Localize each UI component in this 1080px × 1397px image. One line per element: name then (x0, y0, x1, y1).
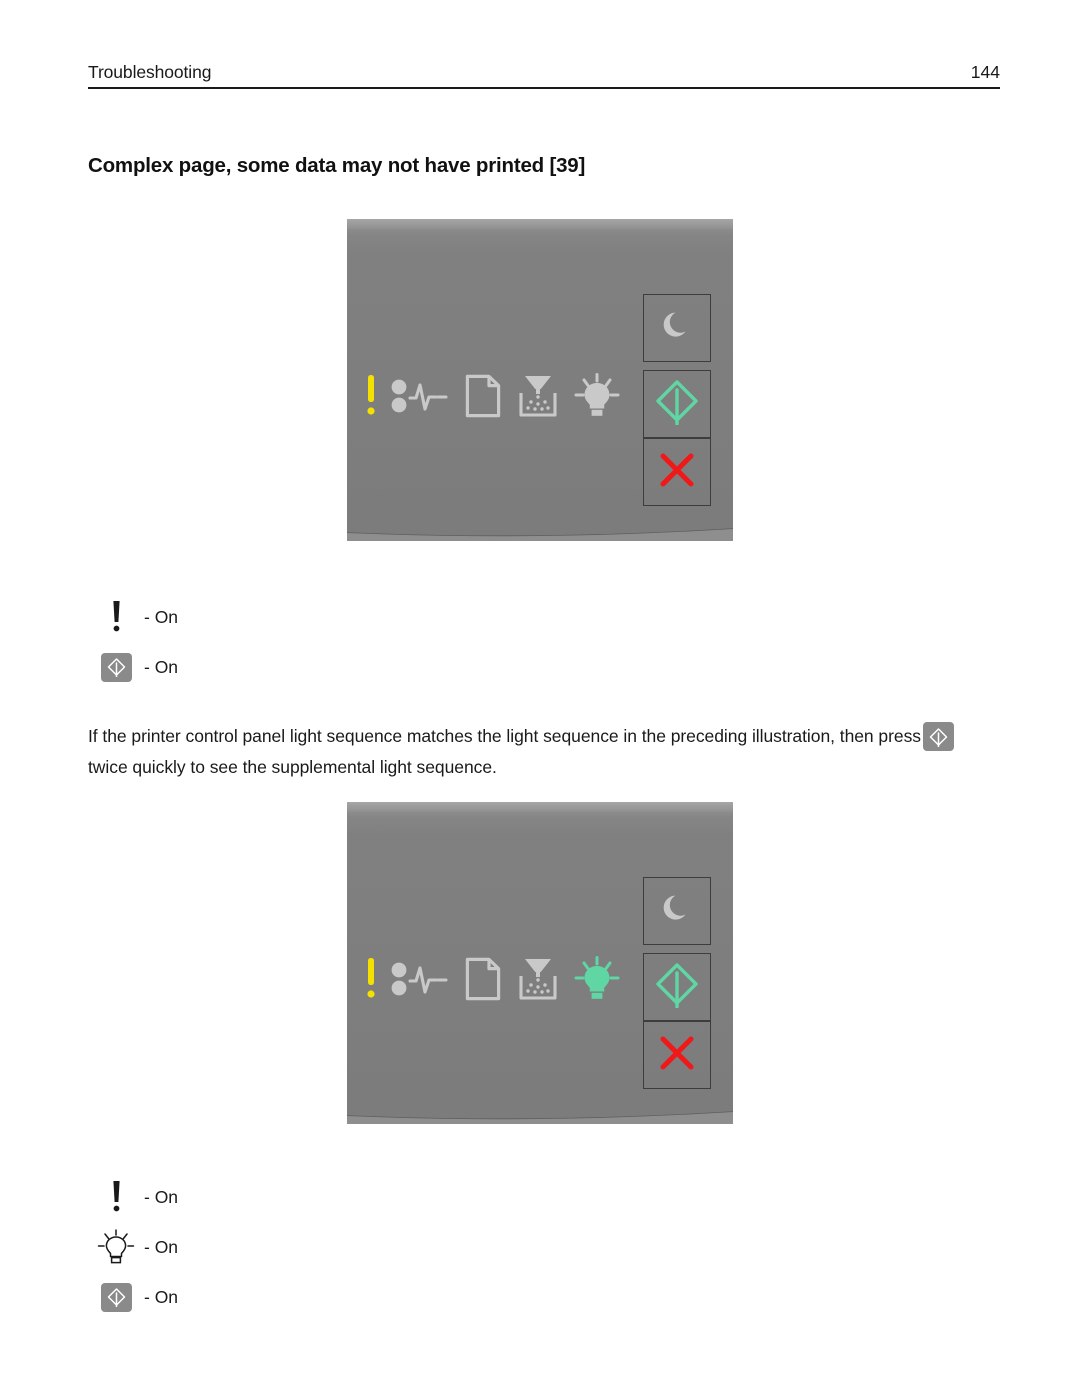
start-button-icon[interactable] (922, 722, 954, 752)
header-section-label: Troubleshooting (88, 62, 212, 82)
indicator-light-row (359, 952, 621, 1006)
sleep-moon-icon (660, 892, 694, 931)
start-button-chip (100, 652, 132, 682)
paper-jam-icon (389, 959, 449, 999)
legend-state-label: - On (144, 1186, 179, 1207)
page-number: 144 (970, 62, 1000, 82)
start-diamond-icon (655, 962, 699, 1013)
toner-icon (517, 957, 559, 1001)
sleep-moon-icon (660, 309, 694, 348)
page-header: Troubleshooting 144 (88, 62, 1000, 89)
legend-row: - On (94, 1172, 178, 1222)
printer-control-panel-illustration-supplemental (347, 802, 733, 1124)
instruction-text-before: If the printer control panel light seque… (88, 725, 921, 746)
start-diamond-icon (655, 379, 699, 430)
cancel-button[interactable] (643, 438, 711, 506)
legend-primary: - On - On (94, 592, 178, 692)
panel-bottom-bezel (347, 507, 733, 541)
panel-bottom-bezel (347, 1090, 733, 1124)
instruction-paragraph: If the printer control panel light seque… (88, 721, 988, 783)
legend-state-label: - On (144, 606, 179, 627)
panel-button-column (643, 294, 711, 506)
error-exclamation-icon (94, 601, 138, 633)
panel-top-highlight (347, 802, 733, 812)
cancel-x-icon (659, 1035, 695, 1076)
error-exclamation-icon (361, 958, 381, 1000)
panel-surface (347, 802, 733, 1110)
toner-icon (517, 374, 559, 418)
legend-state-label: - On (144, 656, 179, 677)
load-paper-icon (465, 374, 501, 418)
light-bulb-icon (573, 373, 621, 419)
sleep-button[interactable] (643, 877, 711, 945)
start-button-icon (94, 1282, 138, 1312)
legend-row: - On (94, 1272, 178, 1322)
load-paper-icon (465, 957, 501, 1001)
start-button-icon (94, 652, 138, 682)
page-title: Complex page, some data may not have pri… (88, 153, 586, 177)
instruction-text-after: twice quickly to see the supplemental li… (88, 756, 497, 777)
sleep-button[interactable] (643, 294, 711, 362)
start-button-chip (100, 1282, 132, 1312)
panel-surface (347, 219, 733, 527)
cancel-button[interactable] (643, 1021, 711, 1089)
legend-supplemental: - On - On - On (94, 1172, 178, 1322)
printer-control-panel-illustration-primary (347, 219, 733, 541)
error-exclamation-icon (361, 375, 381, 417)
error-exclamation-icon (94, 1181, 138, 1213)
light-bulb-icon (573, 956, 621, 1002)
legend-row: - On (94, 1222, 178, 1272)
legend-row: - On (94, 592, 178, 642)
cancel-x-icon (659, 452, 695, 493)
start-button[interactable] (643, 370, 711, 438)
light-bulb-icon (94, 1229, 138, 1265)
paper-jam-icon (389, 376, 449, 416)
panel-top-highlight (347, 219, 733, 229)
start-button[interactable] (643, 953, 711, 1021)
indicator-light-row (359, 369, 621, 423)
legend-state-label: - On (144, 1236, 179, 1257)
legend-row: - On (94, 642, 178, 692)
legend-state-label: - On (144, 1286, 179, 1307)
panel-button-column (643, 877, 711, 1089)
